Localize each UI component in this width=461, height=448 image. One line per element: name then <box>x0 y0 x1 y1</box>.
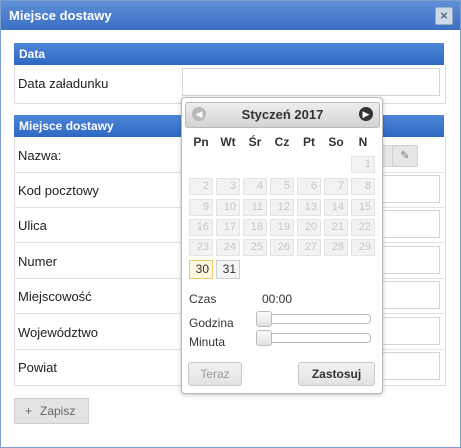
hour-slider-handle[interactable] <box>256 311 272 327</box>
calendar-day: 21 <box>324 219 348 236</box>
calendar-day: 29 <box>351 239 375 256</box>
calendar-day: 3 <box>216 178 240 195</box>
weekday-header: Pt <box>303 135 315 149</box>
row-loading-date: Data załadunku <box>14 65 444 100</box>
calendar-day: 14 <box>324 199 348 216</box>
time-label: Czas <box>189 292 217 306</box>
now-button[interactable]: Teraz <box>188 362 242 386</box>
save-button[interactable]: + Zapisz <box>14 398 89 424</box>
section-title-data: Data <box>19 47 46 61</box>
dialog-titlebar[interactable]: Miejsce dostawy × <box>1 1 460 30</box>
datepicker-month-title: Styczeń 2017 <box>241 107 324 122</box>
loading-date-input[interactable] <box>182 68 440 96</box>
calendar-day: 4 <box>243 178 267 195</box>
calendar-day: 10 <box>216 199 240 216</box>
calendar-day: 7 <box>324 178 348 195</box>
section-title-place: Miejsce dostawy <box>19 119 114 133</box>
plus-icon: + <box>25 404 33 418</box>
calendar-day: 8 <box>351 178 375 195</box>
apply-button[interactable]: Zastosuj <box>298 362 375 386</box>
minute-slider[interactable] <box>256 330 371 346</box>
weekday-header: Pn <box>193 135 209 149</box>
calendar-day: 24 <box>216 239 240 256</box>
minute-label: Minuta <box>189 335 226 349</box>
calendar-day: 2 <box>189 178 213 195</box>
city-label: Miejscowość <box>18 289 92 304</box>
weekday-header: Cz <box>274 135 290 149</box>
save-button-label: Zapisz <box>40 404 76 418</box>
calendar-day: 26 <box>270 239 294 256</box>
county-label: Powiat <box>18 360 58 375</box>
calendar-day: 13 <box>297 199 321 216</box>
calendar-day: 15 <box>351 199 375 216</box>
weekday-header: Wt <box>220 135 236 149</box>
calendar-day: 25 <box>243 239 267 256</box>
dialog-title: Miejsce dostawy <box>9 8 112 23</box>
weekday-header: N <box>358 135 368 149</box>
calendar-day[interactable]: 31 <box>216 260 240 279</box>
name-label: Nazwa: <box>18 148 62 163</box>
calendar-day: 1 <box>351 156 375 173</box>
time-value: 00:00 <box>262 292 293 306</box>
next-month-icon[interactable]: ▶ <box>359 107 373 121</box>
minute-slider-handle[interactable] <box>256 330 272 346</box>
calendar-day: 5 <box>270 178 294 195</box>
hour-label: Godzina <box>189 316 234 330</box>
calendar-day: 16 <box>189 219 213 236</box>
close-icon[interactable]: × <box>435 7 453 25</box>
datepicker-header: ◀ Styczeń 2017 ▶ <box>185 102 380 128</box>
calendar-day[interactable]: 30 <box>189 260 213 279</box>
calendar-day: 17 <box>216 219 240 236</box>
calendar-day: 22 <box>351 219 375 236</box>
calendar-day: 27 <box>297 239 321 256</box>
section-header-data: Data <box>14 43 444 65</box>
calendar-day: 18 <box>243 219 267 236</box>
loading-date-label: Data załadunku <box>18 76 109 91</box>
edit-icon[interactable]: ✎ <box>392 145 418 167</box>
calendar-day: 28 <box>324 239 348 256</box>
calendar-day: 20 <box>297 219 321 236</box>
calendar-day: 23 <box>189 239 213 256</box>
street-label: Ulica <box>18 218 47 233</box>
calendar-day: 19 <box>270 219 294 236</box>
calendar-day: 12 <box>270 199 294 216</box>
number-label: Numer <box>18 254 58 269</box>
voivodeship-label: Województwo <box>18 325 98 340</box>
datepicker-popup: ◀ Styczeń 2017 ▶ Pn Wt Śr Cz Pt So N 1 2 3 4 5 6 7 8 9 1… <box>181 97 383 394</box>
calendar-day: 9 <box>189 199 213 216</box>
postal-code-label: Kod pocztowy <box>18 183 99 198</box>
hour-slider[interactable] <box>256 311 371 327</box>
weekday-header: So <box>328 135 344 149</box>
weekday-header: Śr <box>248 135 262 149</box>
calendar-day: 6 <box>297 178 321 195</box>
calendar-day: 11 <box>243 199 267 216</box>
